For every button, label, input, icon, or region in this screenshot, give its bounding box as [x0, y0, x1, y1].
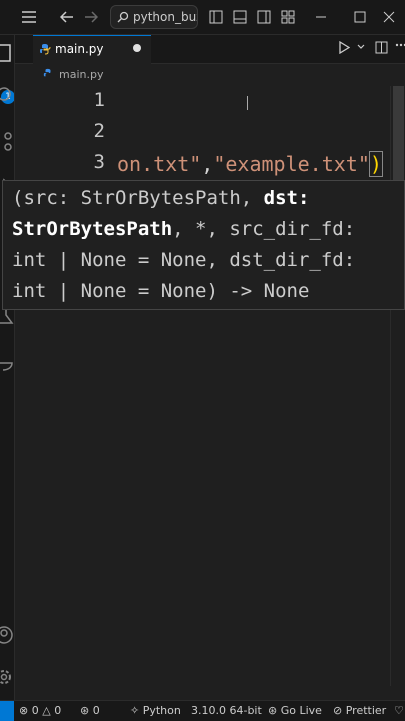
menu-icon[interactable]	[18, 6, 40, 28]
status-bar: ⊗ 0 △ 0 ⊛ 0 ✧ Python 3.10.0 64-bit ⊛ Go …	[0, 700, 405, 721]
string-literal: "example.txt"	[213, 152, 370, 176]
tab-main-py[interactable]: main.py	[33, 35, 151, 64]
more-actions-icon[interactable]	[395, 38, 405, 56]
back-arrow-icon[interactable]	[56, 6, 78, 28]
error-icon: ⊗	[19, 704, 29, 717]
remote-indicator[interactable]	[0, 701, 14, 721]
toggle-panel-icon[interactable]	[229, 6, 251, 28]
python-file-icon	[43, 68, 53, 81]
hover-line-4: int | None = None) -> None	[12, 280, 310, 302]
go-live-button[interactable]: ⊛ Go Live	[268, 704, 322, 717]
minimize-icon[interactable]	[310, 6, 332, 28]
closing-paren: )	[368, 151, 383, 177]
command-center-search[interactable]: python_buzz	[110, 5, 198, 29]
code-editor[interactable]: 1 2 3 on.txt","example.txt")	[15, 86, 387, 686]
hover-line-2: StrOrBytesPath, *, src_dir_fd:	[12, 218, 355, 240]
code-line-3[interactable]: on.txt","example.txt")	[117, 149, 383, 179]
python-icon: ✧	[130, 704, 140, 717]
comma: ,	[201, 152, 214, 176]
mouse-ibeam-cursor	[247, 96, 248, 110]
language-label: Python	[142, 704, 181, 717]
python-file-icon	[39, 43, 51, 55]
broadcast-icon: ⊛	[80, 704, 90, 717]
search-icon	[117, 6, 129, 28]
run-file-icon[interactable]	[338, 40, 351, 58]
editor-tab-row: main.py	[15, 35, 405, 64]
ports-count: 0	[92, 704, 100, 717]
broadcast-icon: ⊛	[268, 704, 278, 717]
hover-active-param: dst:	[263, 187, 310, 209]
hover-line-3: int | None = None, dst_dir_fd:	[12, 249, 356, 271]
warning-icon: △	[42, 704, 51, 717]
prettier-indicator[interactable]: ⊘ Prettier	[333, 704, 386, 717]
line-number: 1	[93, 89, 105, 111]
check-circle-icon: ⊘	[333, 704, 343, 717]
split-editor-icon[interactable]	[375, 41, 388, 58]
search-view-icon[interactable]	[0, 85, 14, 105]
toggle-primary-sidebar-icon[interactable]	[205, 6, 227, 28]
unsaved-dot-icon[interactable]	[133, 44, 141, 52]
hover-active-param: StrOrBytesPath	[12, 218, 173, 240]
source-control-icon[interactable]	[0, 131, 14, 151]
hover-text: (src: StrOrBytesPath,	[12, 187, 264, 209]
manage-gear-icon[interactable]	[0, 667, 14, 687]
warning-count: 0	[54, 704, 62, 717]
activity-bar: 1	[0, 35, 15, 700]
language-indicator[interactable]: ✧ Python	[130, 704, 181, 717]
toggle-secondary-sidebar-icon[interactable]	[253, 6, 275, 28]
breadcrumb-file[interactable]: main.py	[59, 68, 103, 81]
breadcrumb[interactable]: main.py	[15, 64, 405, 86]
hover-text: , *, src_dir_fd:	[172, 218, 356, 240]
tab-label: main.py	[55, 42, 104, 56]
explorer-icon[interactable]	[0, 43, 14, 63]
line-number: 3	[93, 151, 105, 173]
editor-scrollbar[interactable]	[390, 86, 405, 686]
customize-layout-icon[interactable]	[277, 6, 299, 28]
forward-arrow-icon[interactable]	[80, 6, 102, 28]
line-number: 2	[93, 120, 105, 142]
run-options-chevron-icon[interactable]	[356, 41, 366, 56]
accounts-icon[interactable]	[0, 625, 14, 645]
error-count: 0	[31, 704, 39, 717]
docker-icon[interactable]	[0, 353, 14, 373]
search-text: python_buzz	[133, 10, 197, 24]
prettier-label: Prettier	[345, 704, 387, 717]
signature-hover-tooltip: (src: StrOrBytesPath, dst: StrOrBytesPat…	[2, 180, 405, 310]
problems-indicator[interactable]: ⊗ 0 △ 0	[19, 704, 61, 717]
title-bar: python_buzz	[0, 0, 405, 35]
notifications-bell-icon[interactable]: ♡	[394, 704, 404, 717]
hover-line-1: (src: StrOrBytesPath, dst:	[12, 187, 309, 209]
interpreter-indicator[interactable]: 3.10.0 64-bit	[191, 704, 262, 717]
go-live-label: Go Live	[280, 704, 322, 717]
close-icon[interactable]	[378, 6, 400, 28]
ports-indicator[interactable]: ⊛ 0	[80, 704, 100, 717]
maximize-icon[interactable]	[349, 6, 371, 28]
string-literal: on.txt"	[117, 152, 202, 176]
